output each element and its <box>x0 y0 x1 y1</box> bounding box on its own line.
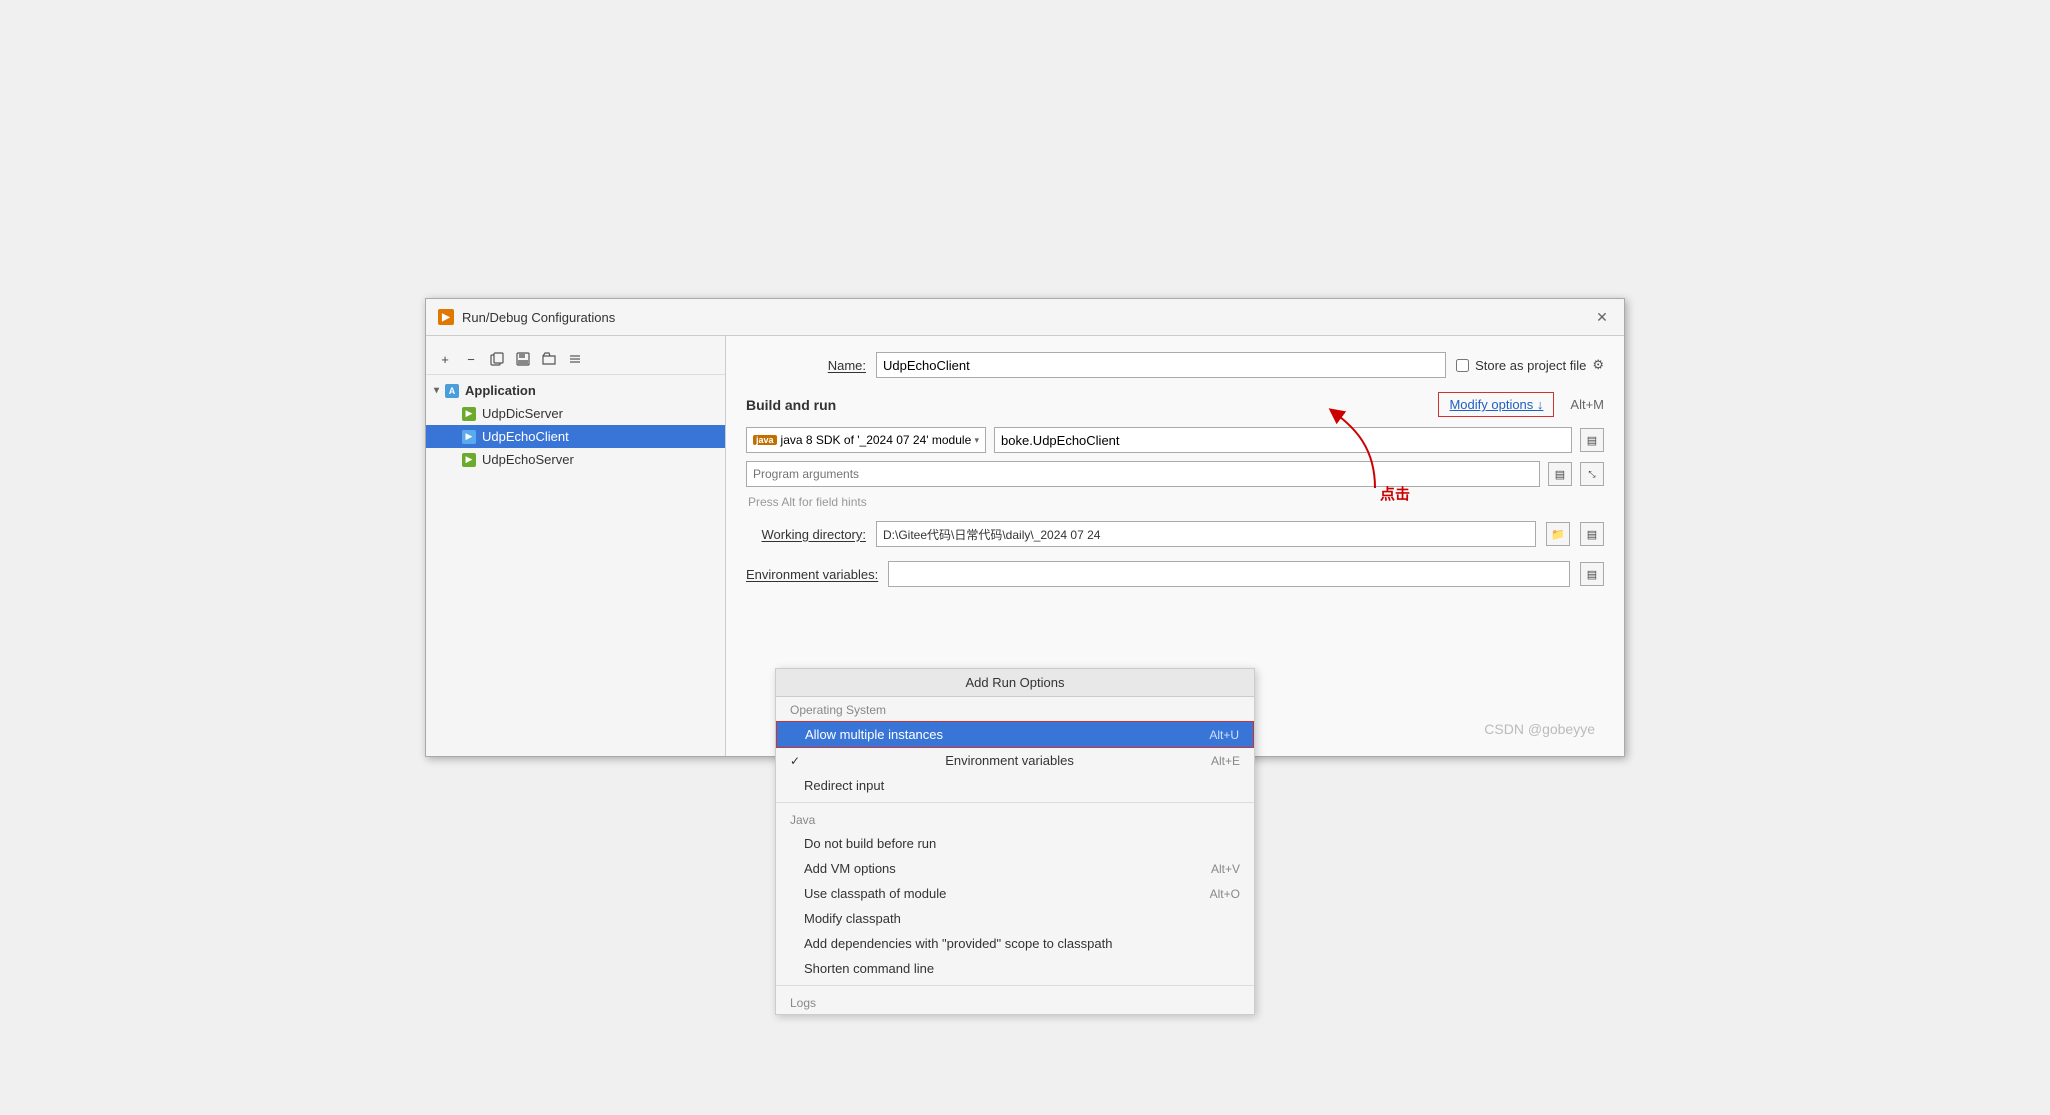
dropdown-os-section: Operating System <box>776 697 1254 721</box>
dialog-wrapper: ▶ Run/Debug Configurations ✕ + − <box>425 298 1625 757</box>
dropdown-item-label-add-deps: Add dependencies with "provided" scope t… <box>804 936 1112 951</box>
group-expand-icon: ▾ <box>434 385 439 396</box>
working-dir-browse-button[interactable]: ▤ <box>1580 522 1604 546</box>
env-vars-input[interactable] <box>888 561 1570 587</box>
sort-config-button[interactable] <box>564 348 586 370</box>
dropdown-item-modify-classpath[interactable]: Modify classpath <box>776 906 1254 931</box>
env-vars-row: Environment variables: ▤ <box>746 561 1604 587</box>
tree-label-udpechoclient: UdpEchoClient <box>482 429 569 444</box>
dropdown-item-allow-multiple[interactable]: Allow multiple instances Alt+U <box>776 721 1254 748</box>
dropdown-item-label-env-vars: Environment variables <box>945 753 1074 768</box>
dropdown-java-section: Java <box>776 807 1254 831</box>
modify-options-shortcut: Alt+M <box>1570 397 1604 412</box>
section-title: Build and run <box>746 397 836 413</box>
copy-config-button[interactable] <box>486 348 508 370</box>
hint-text: Press Alt for field hints <box>746 495 1604 509</box>
working-dir-folder-button[interactable]: 📁 <box>1546 522 1570 546</box>
add-run-options-dropdown: Add Run Options Operating System Allow m… <box>775 668 1255 1015</box>
remove-config-button[interactable]: − <box>460 348 482 370</box>
config-icon-udpechoserver: ▶ <box>462 453 476 467</box>
close-button[interactable]: ✕ <box>1592 307 1612 327</box>
left-toolbar: + − <box>426 344 725 375</box>
csdn-watermark: CSDN @gobeyye <box>1484 721 1595 737</box>
dropdown-item-shortcut-add-vm: Alt+V <box>1211 862 1240 876</box>
sdk-label: java 8 SDK of '_2024 07 24' module <box>781 433 972 447</box>
dropdown-item-classpath-module[interactable]: Use classpath of module Alt+O <box>776 881 1254 906</box>
sdk-main-class-row: java java 8 SDK of '_2024 07 24' module … <box>746 427 1604 453</box>
program-args-row: ▤ ⤡ <box>746 461 1604 487</box>
application-group-icon: A <box>445 384 459 398</box>
dropdown-item-shortcut-classpath-module: Alt+O <box>1210 887 1240 901</box>
dropdown-item-env-vars[interactable]: ✓ Environment variables Alt+E <box>776 748 1254 773</box>
application-group-label: Application <box>465 383 536 398</box>
checkmark-icon: ✓ <box>790 754 800 768</box>
program-args-input[interactable] <box>746 461 1540 487</box>
dropdown-item-label-add-vm: Add VM options <box>804 861 896 876</box>
dropdown-logs-section: Logs <box>776 990 1254 1014</box>
folder-config-button[interactable] <box>538 348 560 370</box>
tree-label-udpechoserver: UdpEchoServer <box>482 452 574 467</box>
modify-options-button[interactable]: Modify options ↓ <box>1438 392 1554 417</box>
dropdown-item-label-no-build: Do not build before run <box>804 836 936 851</box>
dropdown-separator-2 <box>776 985 1254 986</box>
add-config-button[interactable]: + <box>434 348 456 370</box>
working-dir-input[interactable] <box>876 521 1536 547</box>
tree-label-udpdicserver: UdpDicServer <box>482 406 563 421</box>
dropdown-separator-1 <box>776 802 1254 803</box>
env-vars-label: Environment variables: <box>746 567 878 582</box>
sdk-chevron-icon: ▾ <box>974 435 979 446</box>
store-project-checkbox[interactable] <box>1456 359 1469 372</box>
program-args-browse-button[interactable]: ▤ <box>1548 462 1572 486</box>
dropdown-item-label-modify-classpath: Modify classpath <box>804 911 901 926</box>
main-class-browse-button[interactable]: ▤ <box>1580 428 1604 452</box>
program-args-expand-button[interactable]: ⤡ <box>1580 462 1604 486</box>
dialog-icon: ▶ <box>438 309 454 325</box>
env-vars-browse-button[interactable]: ▤ <box>1580 562 1604 586</box>
dialog-title: Run/Debug Configurations <box>462 310 615 325</box>
dropdown-item-label-allow-multiple: Allow multiple instances <box>805 727 943 742</box>
build-run-section-header: Build and run Modify options ↓ Alt+M <box>746 392 1604 417</box>
dropdown-item-add-deps[interactable]: Add dependencies with "provided" scope t… <box>776 931 1254 956</box>
name-input[interactable] <box>876 352 1446 378</box>
dropdown-header: Add Run Options <box>776 669 1254 697</box>
tree-group-application[interactable]: ▾ A Application <box>426 379 725 402</box>
dropdown-item-label-redirect: Redirect input <box>804 778 884 793</box>
config-icon-udpdicserver: ▶ <box>462 407 476 421</box>
dropdown-item-label-classpath-module: Use classpath of module <box>804 886 946 901</box>
dropdown-item-shorten-cmd[interactable]: Shorten command line <box>776 956 1254 981</box>
store-project-gear-button[interactable]: ⚙ <box>1592 357 1604 373</box>
sdk-select-inner: java java 8 SDK of '_2024 07 24' module <box>753 433 971 447</box>
save-config-button[interactable] <box>512 348 534 370</box>
sdk-select[interactable]: java java 8 SDK of '_2024 07 24' module … <box>746 427 986 453</box>
tree-item-udpdicserver[interactable]: ▶ UdpDicServer <box>426 402 725 425</box>
dropdown-item-no-build[interactable]: Do not build before run <box>776 831 1254 856</box>
store-project-row: Store as project file ⚙ <box>1456 357 1604 373</box>
working-dir-label: Working directory: <box>746 527 866 542</box>
tree-item-udpechoclient[interactable]: ▶ UdpEchoClient <box>426 425 725 448</box>
dialog-titlebar: ▶ Run/Debug Configurations ✕ <box>426 299 1624 336</box>
titlebar-left: ▶ Run/Debug Configurations <box>438 309 615 325</box>
dropdown-item-shortcut-allow-multiple: Alt+U <box>1209 728 1239 742</box>
main-class-input[interactable] <box>994 427 1572 453</box>
dropdown-item-redirect-input[interactable]: Redirect input <box>776 773 1254 798</box>
modify-options-label: Modify options ↓ <box>1449 397 1543 412</box>
dropdown-item-label-shorten-cmd: Shorten command line <box>804 961 934 976</box>
tree-item-udpechoserver[interactable]: ▶ UdpEchoServer <box>426 448 725 471</box>
dropdown-item-shortcut-env-vars: Alt+E <box>1211 754 1240 768</box>
left-panel: + − <box>426 336 726 756</box>
name-row: Name: Store as project file ⚙ <box>746 352 1604 378</box>
working-dir-row: Working directory: 📁 ▤ <box>746 521 1604 547</box>
store-project-label: Store as project file <box>1475 358 1586 373</box>
java-badge: java <box>753 435 777 445</box>
config-icon-udpechoclient: ▶ <box>462 430 476 444</box>
dropdown-item-add-vm[interactable]: Add VM options Alt+V <box>776 856 1254 881</box>
name-label: Name: <box>746 358 866 373</box>
